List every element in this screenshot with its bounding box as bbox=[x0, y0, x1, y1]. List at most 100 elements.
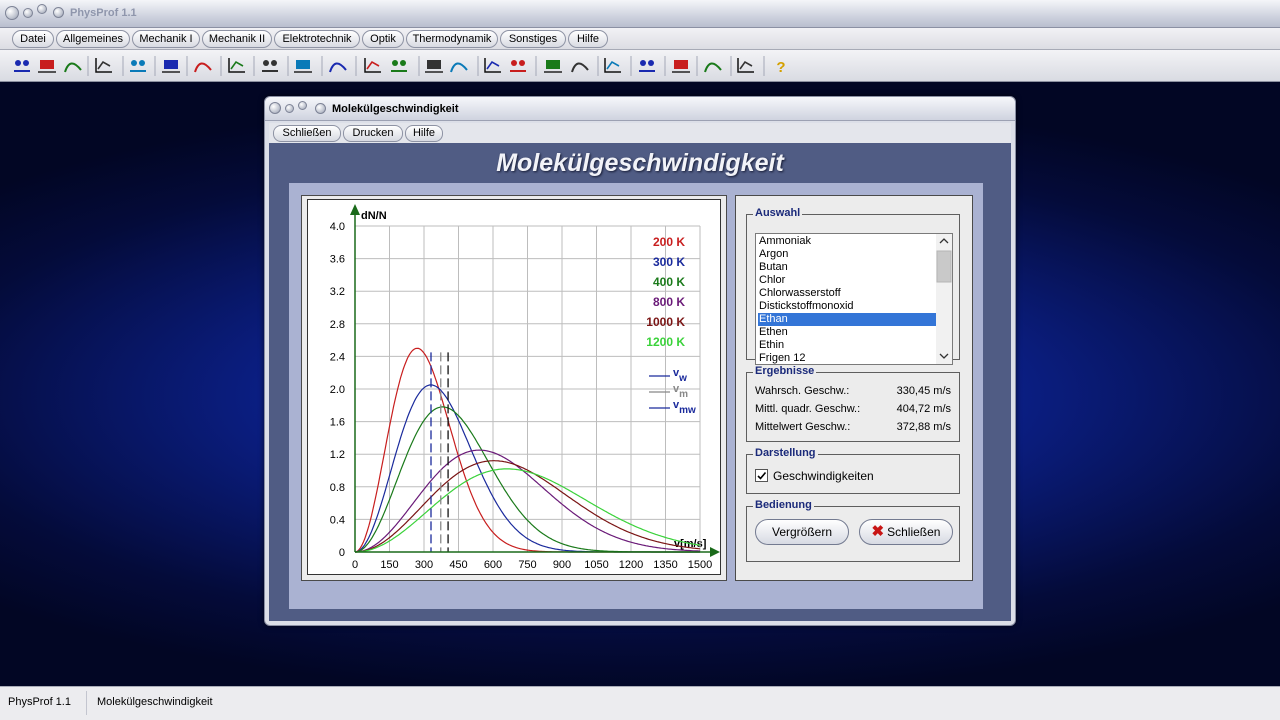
decay-icon[interactable] bbox=[702, 54, 724, 78]
y-tick-label: 2.8 bbox=[330, 319, 345, 331]
dialog-titlebar: Molekülgeschwindigkeit bbox=[265, 97, 1015, 121]
exchange-icon[interactable] bbox=[62, 54, 84, 78]
menu-datei[interactable]: Datei bbox=[12, 30, 54, 48]
gas-listbox[interactable]: Ammoniak Argon Butan Chlor Chlorwasserst… bbox=[755, 233, 953, 365]
list-item[interactable]: Ethen bbox=[758, 326, 936, 339]
marker-legend-label: vmw bbox=[673, 399, 696, 416]
list-item[interactable]: Frigen 12 bbox=[758, 352, 936, 365]
x-tick-label: 1500 bbox=[688, 559, 712, 571]
display-group: Darstellung Geschwindigkeiten bbox=[746, 447, 960, 494]
close-button-label: Schließen bbox=[887, 525, 941, 539]
dialog-maximize-button[interactable] bbox=[298, 101, 307, 110]
orbit-icon[interactable] bbox=[11, 54, 33, 78]
dialog-minimize-button[interactable] bbox=[285, 104, 294, 113]
tilt-icon[interactable] bbox=[388, 54, 410, 78]
block-icon[interactable] bbox=[362, 54, 384, 78]
control-panel: Auswahl Ammoniak Argon Butan Chlor Chlor… bbox=[735, 195, 973, 581]
menu-mechanik-1[interactable]: Mechanik I bbox=[132, 30, 200, 48]
app-title: PhysProf 1.1 bbox=[70, 7, 137, 19]
dialog-title: Molekülgeschwindigkeit bbox=[332, 103, 459, 115]
checkmark-icon bbox=[757, 471, 767, 480]
list-item[interactable]: Argon bbox=[758, 248, 936, 261]
component-icon[interactable] bbox=[602, 54, 624, 78]
scrollbar-thumb[interactable] bbox=[936, 250, 952, 283]
graph-icon[interactable] bbox=[192, 54, 214, 78]
listbox-scrollbar[interactable] bbox=[936, 234, 952, 364]
list-item[interactable]: Distickstoffmonoxid bbox=[758, 300, 936, 313]
maximize-window-button[interactable] bbox=[37, 4, 47, 14]
chart-area: dN/N v[m/s] 0 150 300 450 600 750 900 1050 1200 1… bbox=[307, 199, 721, 575]
result-value: 372,88 m/s bbox=[896, 421, 951, 433]
speeds-checkbox-label[interactable]: Geschwindigkeiten bbox=[773, 469, 874, 483]
menu-elektrotechnik[interactable]: Elektrotechnik bbox=[274, 30, 360, 48]
result-label: Mittelwert Geschw.: bbox=[755, 421, 851, 433]
y-tick-label: 1.2 bbox=[330, 449, 345, 461]
curve-icon[interactable] bbox=[448, 54, 470, 78]
wave-icon[interactable] bbox=[292, 54, 314, 78]
list-item[interactable]: Chlor bbox=[758, 274, 936, 287]
menu-sonstiges[interactable]: Sonstiges bbox=[500, 30, 566, 48]
menu-optik[interactable]: Optik bbox=[362, 30, 404, 48]
y-tick-label: 0 bbox=[339, 547, 345, 559]
x-tick-label: 1200 bbox=[619, 559, 643, 571]
menu-thermodynamik[interactable]: Thermodynamik bbox=[406, 30, 498, 48]
main-menubar: Datei Allgemeines Mechanik I Mechanik II… bbox=[0, 28, 1280, 50]
legend-entry: 400 K bbox=[653, 275, 685, 289]
distribution-icon[interactable] bbox=[735, 54, 757, 78]
list-item[interactable]: Ethin bbox=[758, 339, 936, 352]
spectrum-icon[interactable] bbox=[670, 54, 692, 78]
close-window-button[interactable] bbox=[5, 6, 19, 20]
hill-icon[interactable] bbox=[93, 54, 115, 78]
list-item[interactable]: Butan bbox=[758, 261, 936, 274]
zoom-button-label: Vergrößern bbox=[771, 525, 833, 539]
x-tick-label: 1350 bbox=[653, 559, 677, 571]
dialog-menu-hilfe[interactable]: Hilfe bbox=[405, 125, 443, 142]
status-divider bbox=[86, 691, 87, 715]
scale-icon[interactable] bbox=[482, 54, 504, 78]
scroll-up-icon[interactable] bbox=[939, 238, 949, 244]
dialog-close-window-button[interactable] bbox=[269, 102, 281, 114]
frame-icon[interactable] bbox=[507, 54, 529, 78]
list-item-selected[interactable]: Ethan bbox=[758, 313, 936, 326]
dialog-body: Molekülgeschwindigkeit dN/N v[m/s] 0 150 3… bbox=[269, 143, 1011, 621]
dialog-window-menu-button[interactable] bbox=[315, 103, 326, 114]
container-icon[interactable] bbox=[127, 54, 149, 78]
conveyor-icon[interactable] bbox=[36, 54, 58, 78]
eye-icon[interactable] bbox=[226, 54, 248, 78]
gender-icon[interactable] bbox=[327, 54, 349, 78]
speeds-checkbox[interactable] bbox=[755, 469, 768, 482]
magnet-icon[interactable] bbox=[542, 54, 564, 78]
close-button[interactable]: ✖ Schließen bbox=[859, 519, 953, 545]
pump-icon[interactable] bbox=[160, 54, 182, 78]
dialog-menu-schliessen[interactable]: Schließen bbox=[273, 125, 341, 142]
pendulum-icon[interactable] bbox=[423, 54, 445, 78]
y-tick-label: 0.8 bbox=[330, 482, 345, 494]
status-app-name: PhysProf 1.1 bbox=[8, 696, 71, 708]
menu-mechanik-2[interactable]: Mechanik II bbox=[202, 30, 272, 48]
minimize-window-button[interactable] bbox=[23, 8, 33, 18]
help-icon[interactable]: ? bbox=[770, 54, 792, 78]
display-group-title: Darstellung bbox=[753, 447, 818, 459]
results-group-title: Ergebnisse bbox=[753, 365, 817, 377]
list-item[interactable]: Chlorwasserstoff bbox=[758, 287, 936, 300]
result-value: 330,45 m/s bbox=[896, 385, 951, 397]
scroll-down-icon[interactable] bbox=[939, 353, 949, 359]
menu-allgemeines[interactable]: Allgemeines bbox=[56, 30, 130, 48]
x-tick-label: 150 bbox=[380, 559, 398, 571]
dots-icon[interactable] bbox=[259, 54, 281, 78]
zoom-button[interactable]: Vergrößern bbox=[755, 519, 849, 545]
list-item[interactable]: Ammoniak bbox=[758, 235, 936, 248]
controls-group: Bedienung Vergrößern ✖ Schließen bbox=[746, 499, 960, 562]
circuit-icon[interactable] bbox=[569, 54, 591, 78]
x-tick-label: 450 bbox=[449, 559, 467, 571]
y-tick-label: 2.4 bbox=[330, 351, 345, 363]
window-menu-button[interactable] bbox=[53, 7, 64, 18]
x-tick-label: 0 bbox=[352, 559, 358, 571]
menu-hilfe[interactable]: Hilfe bbox=[568, 30, 608, 48]
dialog-menu-drucken[interactable]: Drucken bbox=[343, 125, 403, 142]
app-titlebar: PhysProf 1.1 bbox=[0, 0, 1280, 28]
legend-entry: 1200 K bbox=[646, 335, 685, 349]
x-tick-label: 300 bbox=[415, 559, 433, 571]
lens-icon[interactable] bbox=[636, 54, 658, 78]
y-axis-arrow-icon bbox=[350, 204, 360, 215]
